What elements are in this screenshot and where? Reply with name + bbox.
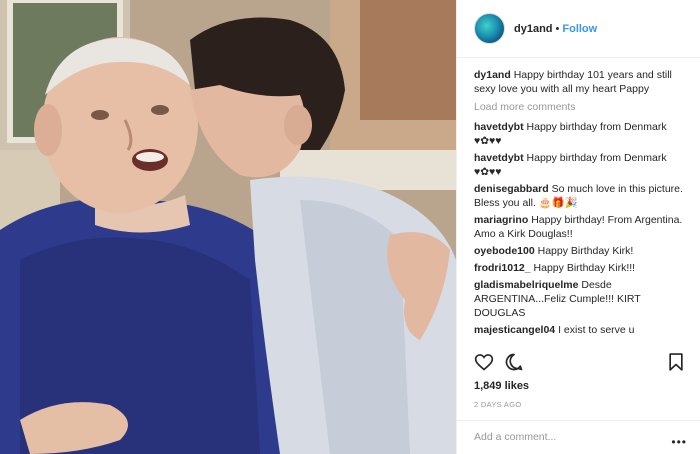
post-header: dy1and • Follow (457, 0, 700, 58)
post-actions (474, 352, 686, 376)
comment-text: I exist to serve u (558, 324, 635, 336)
comment-icon[interactable] (504, 352, 524, 372)
add-comment-input[interactable] (474, 431, 654, 443)
comment: frodri1012_ Happy Birthday Kirk!!! (474, 261, 692, 275)
comment-username[interactable]: mariagrino (474, 214, 528, 226)
avatar[interactable] (474, 13, 505, 44)
comment-username[interactable]: oyebode100 (474, 245, 535, 257)
comment-username[interactable]: frodri1012_ (474, 262, 531, 274)
comment: gladismabelriquelme Desde ARGENTINA...Fe… (474, 278, 692, 320)
comment: denisegabbard So much love in this pictu… (474, 182, 692, 210)
separator-dot: • (555, 22, 560, 35)
post-username[interactable]: dy1and (514, 23, 553, 35)
add-comment-bar: ••• (457, 420, 700, 454)
comment: majesticangel04 I exist to serve u (474, 323, 692, 337)
comment-username[interactable]: denisegabbard (474, 183, 549, 195)
heart-icon[interactable] (474, 352, 494, 372)
comment-username[interactable]: havetdybt (474, 152, 524, 164)
comment: oyebode100 Happy Birthday Kirk! (474, 244, 692, 258)
comment-username[interactable]: gladismabelriquelme (474, 279, 578, 291)
comment: havetdybt Happy birthday from Denmark ♥✿… (474, 151, 692, 179)
comments-list[interactable]: dy1and Happy birthday 101 years and stil… (474, 68, 692, 346)
caption: dy1and Happy birthday 101 years and stil… (474, 68, 692, 96)
post-sidebar: dy1and • Follow dy1and Happy birthday 10… (456, 0, 700, 454)
post-photo[interactable] (0, 0, 456, 454)
follow-button[interactable]: Follow (562, 23, 597, 35)
comment-username[interactable]: havetdybt (474, 121, 524, 133)
comment: mariagrino Happy birthday! From Argentin… (474, 213, 692, 241)
caption-username[interactable]: dy1and (474, 69, 511, 81)
comment-text: Happy Birthday Kirk! (537, 245, 634, 257)
more-options-icon[interactable]: ••• (671, 435, 687, 449)
bookmark-icon[interactable] (666, 352, 686, 372)
likes-count[interactable]: 1,849 likes (474, 380, 529, 392)
post-date: 2 DAYS AGO (474, 400, 522, 409)
comment: havetdybt Happy birthday from Denmark ♥✿… (474, 120, 692, 148)
comment-username[interactable]: majesticangel04 (474, 324, 555, 336)
comment-text: Happy Birthday Kirk!!! (533, 262, 636, 274)
load-more-comments-button[interactable]: Load more comments (474, 100, 692, 114)
photo-illustration (0, 0, 456, 454)
